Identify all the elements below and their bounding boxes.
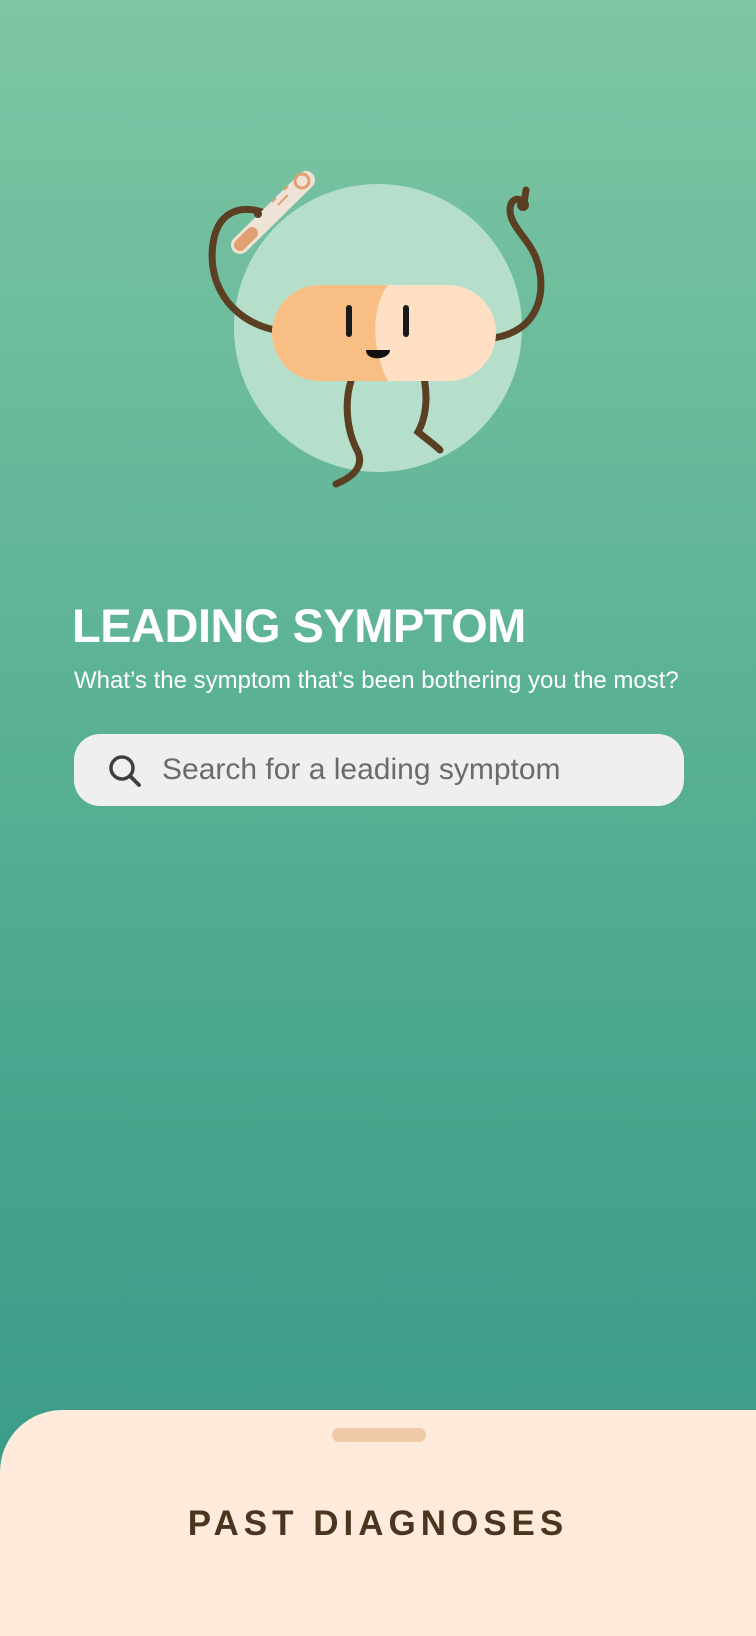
symptom-search-bar[interactable]: [74, 734, 684, 806]
search-input[interactable]: [158, 734, 668, 806]
pill-mascot-illustration: [0, 0, 756, 520]
search-icon: [108, 754, 142, 788]
sheet-drag-handle[interactable]: [332, 1428, 426, 1442]
pill-mascot-icon: [208, 171, 545, 488]
past-diagnoses-sheet[interactable]: PAST DIAGNOSES: [0, 1410, 756, 1636]
page-title: LEADING SYMPTOM: [72, 599, 526, 652]
leading-symptom-screen: LEADING SYMPTOM What’s the symptom that’…: [0, 0, 756, 1636]
sheet-title[interactable]: PAST DIAGNOSES: [0, 1502, 756, 1546]
page-subtitle: What’s the symptom that’s been bothering…: [74, 667, 679, 694]
